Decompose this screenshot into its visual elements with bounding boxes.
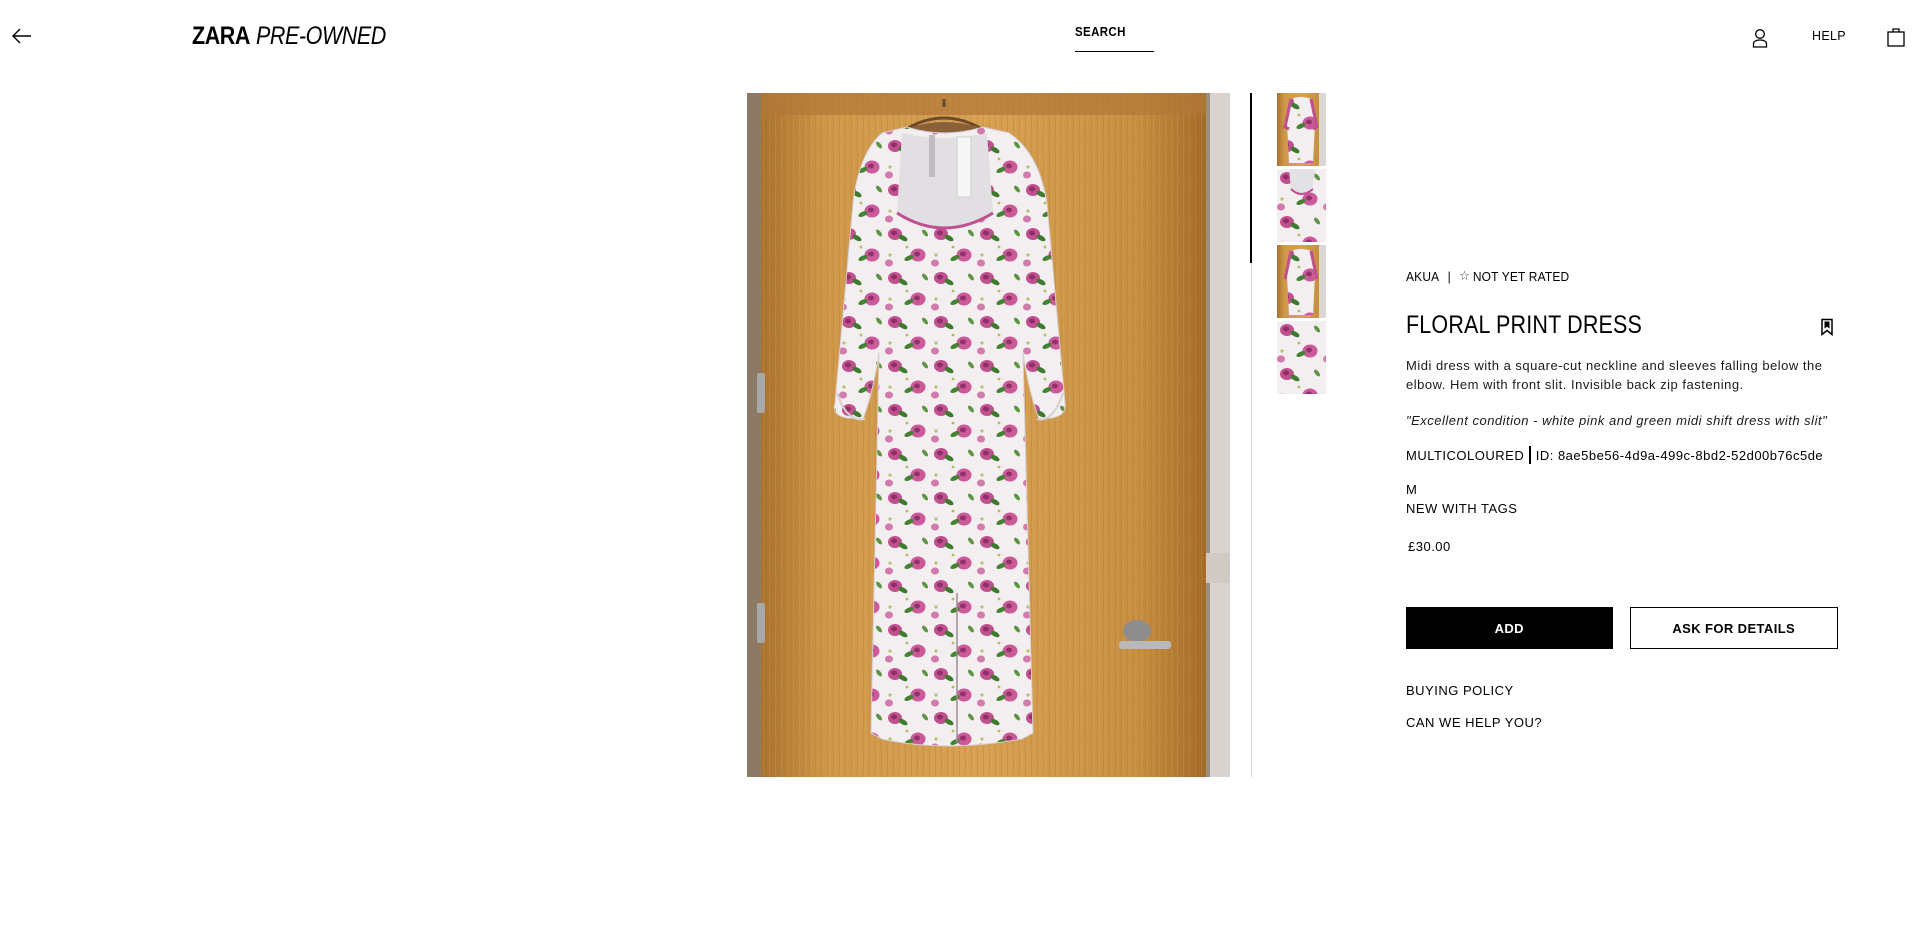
seller-rating-row: AKUA | ☆ NOT YET RATED xyxy=(1406,268,1803,284)
product-info-panel: AKUA | ☆ NOT YET RATED FLORAL PRINT DRES… xyxy=(1406,268,1838,730)
product-condition: NEW WITH TAGS xyxy=(1406,501,1518,516)
ask-for-details-button[interactable]: ASK FOR DETAILS xyxy=(1629,607,1838,649)
thumbnail-2[interactable] xyxy=(1277,169,1326,242)
back-button[interactable] xyxy=(10,24,34,48)
user-icon xyxy=(1752,29,1768,48)
shopping-bag-button[interactable] xyxy=(1886,26,1906,48)
product-size: M xyxy=(1406,482,1418,497)
gallery-scroll-thumb[interactable] xyxy=(1250,93,1252,263)
buying-policy-link[interactable]: BUYING POLICY xyxy=(1406,683,1838,698)
star-outline-icon: ☆ xyxy=(1459,268,1471,283)
bookmark-icon xyxy=(1821,318,1833,337)
logo-sub: PRE-OWNED xyxy=(255,22,386,50)
colour-id-row: MULTICOLOURED ID: 8ae5be56-4d9a-499c-8bd… xyxy=(1406,446,1838,464)
thumbnail-list xyxy=(1277,93,1326,397)
meta-divider xyxy=(1529,446,1531,464)
arrow-left-icon xyxy=(12,28,31,44)
rating-text: NOT YET RATED xyxy=(1472,268,1570,284)
site-logo[interactable]: ZARA PRE-OWNED xyxy=(192,22,407,51)
thumbnail-3[interactable] xyxy=(1277,245,1326,318)
title-row: FLORAL PRINT DRESS xyxy=(1406,311,1838,341)
help-contact-link[interactable]: CAN WE HELP YOU? xyxy=(1406,715,1838,730)
help-link[interactable]: HELP xyxy=(1812,29,1846,43)
seller-note: "Excellent condition - white pink and gr… xyxy=(1406,413,1828,428)
logo-brand: ZARA xyxy=(192,22,250,50)
seller-separator: | xyxy=(1447,268,1451,284)
search-link[interactable]: SEARCH xyxy=(1075,25,1155,52)
account-button[interactable] xyxy=(1750,27,1770,49)
product-id: ID: 8ae5be56-4d9a-499c-8bd2-52d00b76c5de xyxy=(1535,447,1824,463)
product-title: FLORAL PRINT DRESS xyxy=(1406,311,1643,339)
shopping-bag-icon xyxy=(1887,28,1905,47)
seller-name[interactable]: AKUA xyxy=(1406,269,1439,284)
thumbnail-4[interactable] xyxy=(1277,321,1326,394)
product-colour: MULTICOLOURED xyxy=(1406,447,1525,463)
thumbnail-1[interactable] xyxy=(1277,93,1326,166)
bookmark-button[interactable] xyxy=(1820,318,1834,337)
add-to-bag-button[interactable]: ADD xyxy=(1406,607,1613,649)
product-price: £30.00 xyxy=(1408,539,1451,554)
action-buttons: ADD ASK FOR DETAILS xyxy=(1406,607,1838,649)
product-description: Midi dress with a square-cut neckline an… xyxy=(1406,358,1823,392)
product-main-image[interactable] xyxy=(747,93,1230,777)
site-header: ZARA PRE-OWNED SEARCH HELP xyxy=(0,0,1920,72)
